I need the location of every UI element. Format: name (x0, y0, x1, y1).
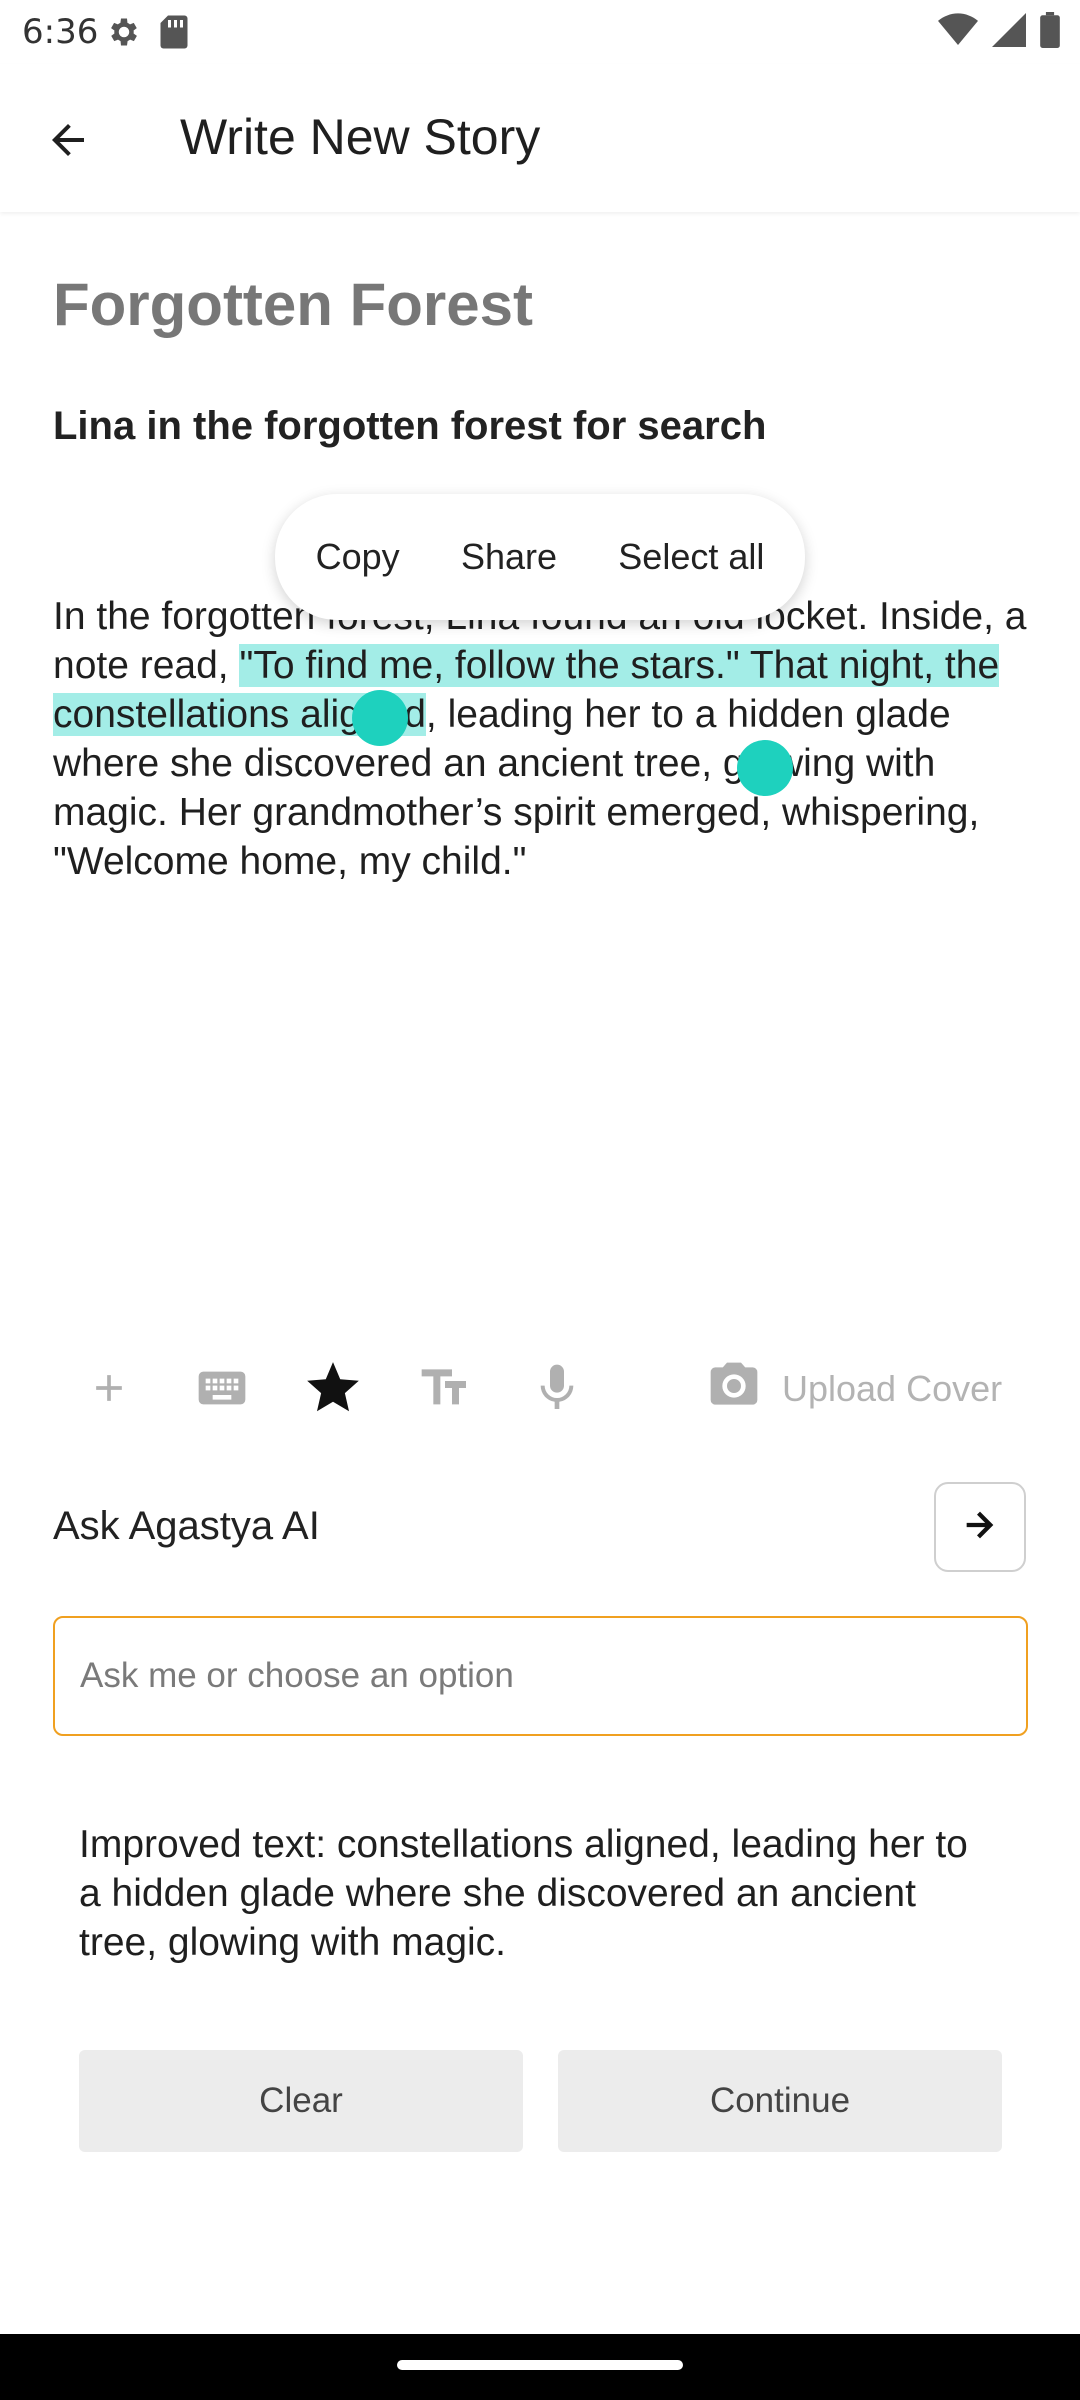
text-size-icon (417, 1360, 473, 1421)
ask-ai-label: Ask Agastya AI (53, 1504, 320, 1548)
battery-icon (1040, 12, 1060, 53)
improved-text-result: Improved text: constellations aligned, l… (79, 1823, 968, 1964)
story-title-field[interactable]: Forgotten Forest (53, 270, 533, 339)
status-right-icons (938, 12, 1060, 53)
page-title: Write New Story (180, 109, 541, 165)
upload-cover-button[interactable]: Upload Cover (706, 1358, 1002, 1419)
selection-start-handle[interactable] (352, 690, 408, 746)
system-navigation-bar (0, 2334, 1080, 2400)
signal-icon (992, 13, 1026, 52)
app-bar: Write New Story (0, 64, 1080, 212)
wifi-icon (938, 13, 978, 52)
arrow-right-icon (960, 1505, 1000, 1550)
story-subtitle-field[interactable]: Lina in the forgotten forest for search (53, 404, 766, 449)
continue-button[interactable]: Continue (558, 2050, 1002, 2152)
selection-end-handle[interactable] (737, 740, 793, 796)
sd-card-icon (158, 14, 190, 55)
status-bar: 6:36 (0, 0, 1080, 64)
ask-ai-input[interactable] (53, 1616, 1028, 1736)
back-button[interactable] (30, 104, 106, 180)
home-gesture-handle[interactable] (397, 2360, 683, 2370)
star-icon (302, 1357, 364, 1424)
copy-menu-item[interactable]: Copy (304, 526, 412, 588)
plus-icon (87, 1366, 131, 1415)
favorite-button[interactable] (295, 1350, 371, 1430)
status-time: 6:36 (22, 12, 99, 52)
text-selection-menu: Copy Share Select all (275, 494, 805, 620)
status-left-icons (106, 14, 190, 55)
upload-cover-label: Upload Cover (782, 1367, 1003, 1409)
share-menu-item[interactable]: Share (449, 526, 569, 588)
keyboard-icon (194, 1360, 250, 1421)
story-body-editor[interactable]: In the forgotten forest, Lina found an o… (53, 592, 1033, 886)
gear-icon (106, 14, 142, 55)
text-format-button[interactable] (407, 1350, 483, 1430)
ask-ai-send-button[interactable] (934, 1482, 1026, 1572)
clear-button[interactable]: Clear (79, 2050, 523, 2152)
select-all-menu-item[interactable]: Select all (606, 526, 776, 588)
arrow-left-icon (44, 116, 92, 169)
camera-icon (706, 1358, 762, 1419)
keyboard-button[interactable] (184, 1350, 260, 1430)
microphone-icon (529, 1358, 585, 1423)
voice-input-button[interactable] (519, 1350, 595, 1430)
add-button[interactable] (71, 1350, 147, 1430)
editor-toolbar: Upload Cover (0, 1350, 1080, 1430)
